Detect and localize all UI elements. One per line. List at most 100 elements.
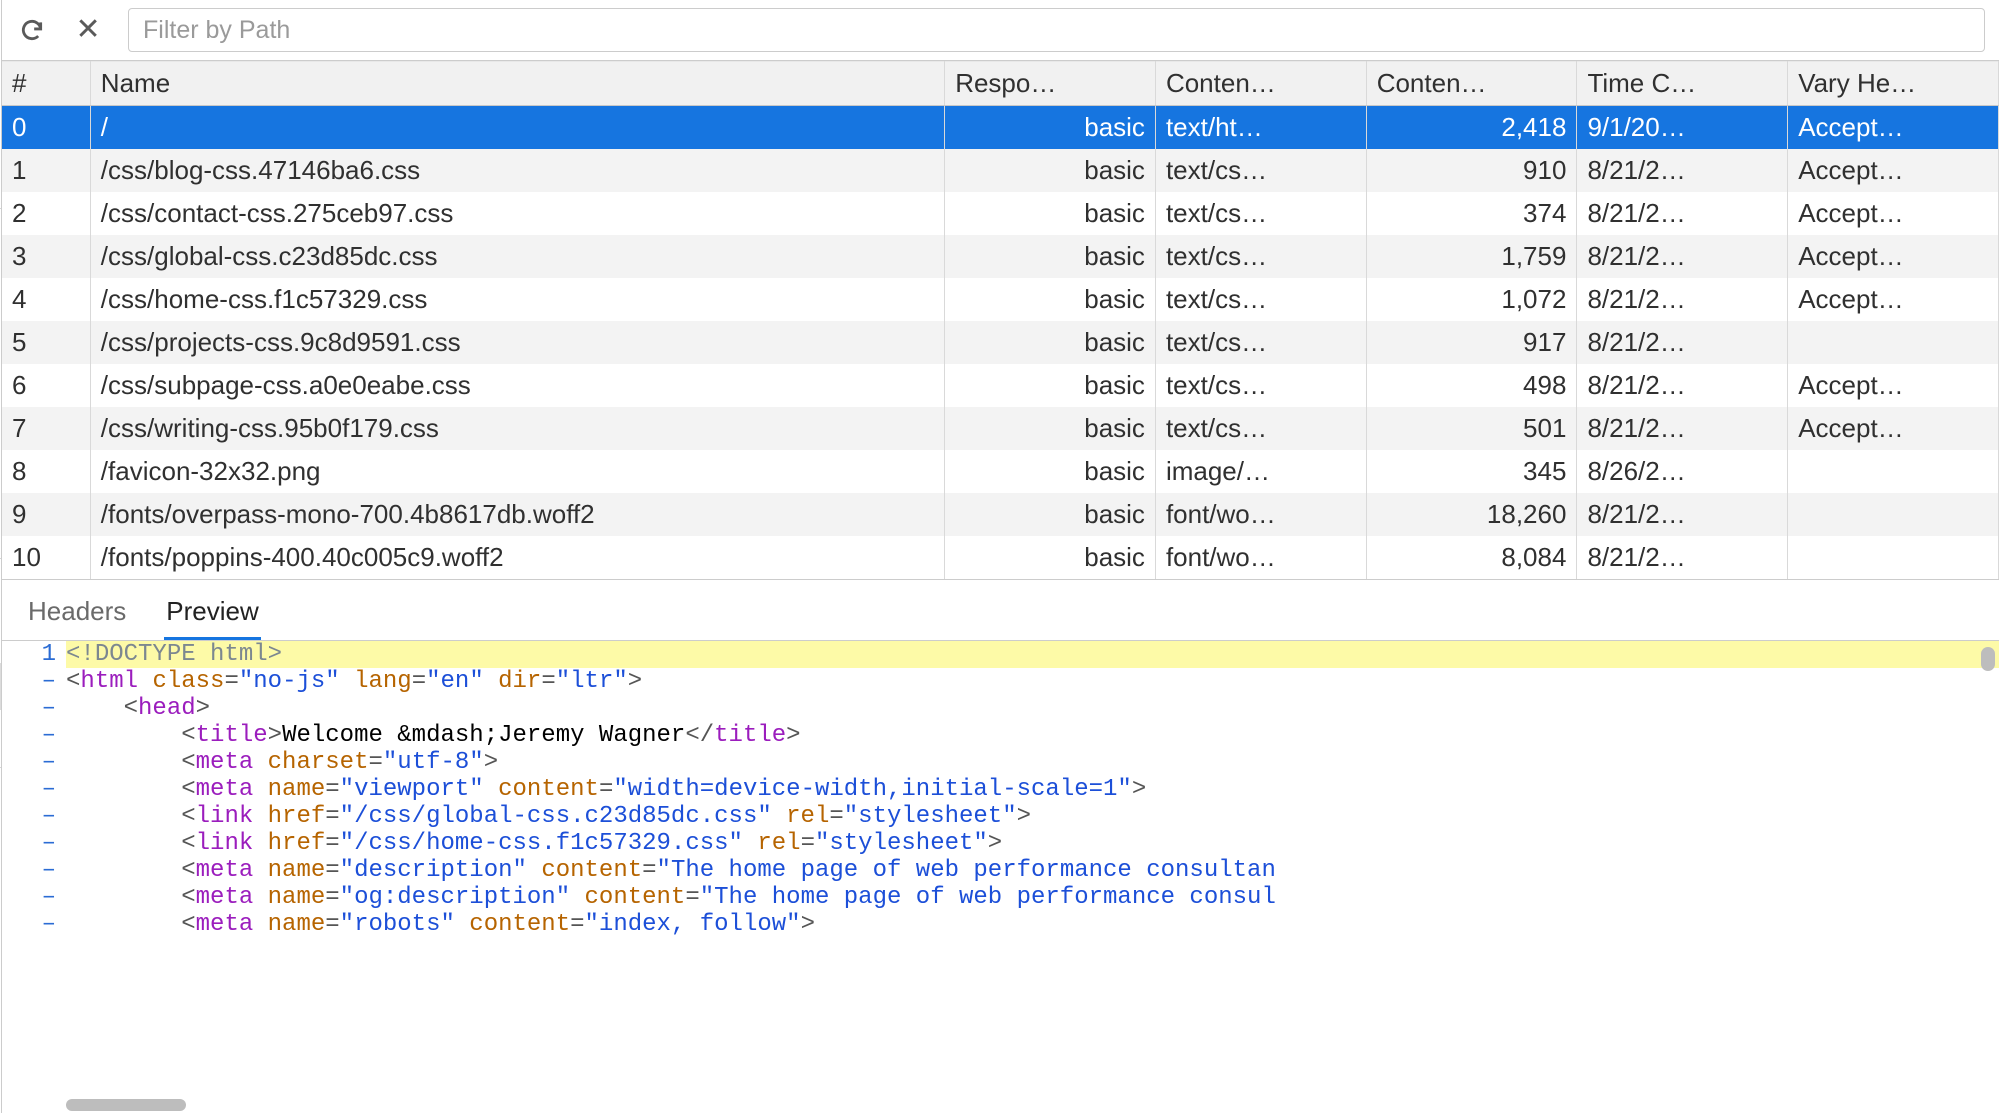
- cell-name: /css/contact-css.275ceb97.css: [90, 192, 944, 235]
- cell-response-type: basic: [945, 321, 1156, 364]
- cell-content-length: 1,759: [1366, 235, 1577, 278]
- vertical-scrollbar[interactable]: [1981, 647, 1995, 671]
- tab-headers[interactable]: Headers: [26, 588, 128, 640]
- cell-response-type: basic: [945, 192, 1156, 235]
- cell-content-length: 917: [1366, 321, 1577, 364]
- col-index[interactable]: #: [2, 62, 90, 106]
- line-number: –: [2, 722, 66, 749]
- cell-response-type: basic: [945, 278, 1156, 321]
- table-row[interactable]: 4/css/home-css.f1c57329.cssbasictext/cs……: [2, 278, 1998, 321]
- cell-time-cached: 8/26/2…: [1577, 450, 1788, 493]
- table-row[interactable]: 0/basictext/ht…2,4189/1/20…Accept…: [2, 106, 1998, 150]
- code-line[interactable]: 1<!DOCTYPE html>: [2, 641, 1999, 668]
- cell-response-type: basic: [945, 235, 1156, 278]
- table-row[interactable]: 9/fonts/overpass-mono-700.4b8617db.woff2…: [2, 493, 1998, 536]
- cell-content-length: 345: [1366, 450, 1577, 493]
- line-number: –: [2, 857, 66, 884]
- cell-response-type: basic: [945, 364, 1156, 407]
- table-row[interactable]: 5/css/projects-css.9c8d9591.cssbasictext…: [2, 321, 1998, 364]
- code-line[interactable]: – <meta charset="utf-8">: [2, 749, 1999, 776]
- cell-response-type: basic: [945, 493, 1156, 536]
- code-line-content: <meta charset="utf-8">: [66, 749, 1999, 776]
- cell-vary-header: Accept…: [1788, 106, 1999, 150]
- cell-vary-header: [1788, 536, 1999, 579]
- preview-pane: 1<!DOCTYPE html>–<html class="no-js" lan…: [2, 640, 1999, 1113]
- cell-index: 0: [2, 106, 90, 150]
- code-line-content: <meta name="description" content="The ho…: [66, 857, 1999, 884]
- delete-button[interactable]: ✕: [72, 14, 104, 46]
- code-line-content: <html class="no-js" lang="en" dir="ltr">: [66, 668, 1999, 695]
- line-number: –: [2, 776, 66, 803]
- code-line[interactable]: – <meta name="og:description" content="T…: [2, 884, 1999, 911]
- code-view[interactable]: 1<!DOCTYPE html>–<html class="no-js" lan…: [2, 641, 1999, 1113]
- col-content-length[interactable]: Conten…: [1366, 62, 1577, 106]
- cell-content-type: text/cs…: [1155, 278, 1366, 321]
- cell-time-cached: 8/21/2…: [1577, 493, 1788, 536]
- table-row[interactable]: 6/css/subpage-css.a0e0eabe.cssbasictext/…: [2, 364, 1998, 407]
- cell-response-type: basic: [945, 149, 1156, 192]
- cell-time-cached: 8/21/2…: [1577, 407, 1788, 450]
- code-line[interactable]: – <link href="/css/home-css.f1c57329.css…: [2, 830, 1999, 857]
- cell-name: /css/subpage-css.a0e0eabe.css: [90, 364, 944, 407]
- horizontal-scrollbar[interactable]: [66, 1099, 186, 1111]
- cell-content-length: 501: [1366, 407, 1577, 450]
- cell-time-cached: 8/21/2…: [1577, 235, 1788, 278]
- table-row[interactable]: 3/css/global-css.c23d85dc.cssbasictext/c…: [2, 235, 1998, 278]
- cell-vary-header: Accept…: [1788, 278, 1999, 321]
- cell-index: 5: [2, 321, 90, 364]
- code-line-content: <head>: [66, 695, 1999, 722]
- cell-name: /fonts/poppins-400.40c005c9.woff2: [90, 536, 944, 579]
- cell-name: /css/home-css.f1c57329.css: [90, 278, 944, 321]
- cell-name: /css/writing-css.95b0f179.css: [90, 407, 944, 450]
- code-line[interactable]: – <meta name="robots" content="index, fo…: [2, 911, 1999, 938]
- cell-response-type: basic: [945, 536, 1156, 579]
- col-content-type[interactable]: Conten…: [1155, 62, 1366, 106]
- cell-time-cached: 8/21/2…: [1577, 536, 1788, 579]
- code-line[interactable]: – <head>: [2, 695, 1999, 722]
- code-line-content: <meta name="og:description" content="The…: [66, 884, 1999, 911]
- line-number: –: [2, 830, 66, 857]
- table-row[interactable]: 7/css/writing-css.95b0f179.cssbasictext/…: [2, 407, 1998, 450]
- table-row[interactable]: 2/css/contact-css.275ceb97.cssbasictext/…: [2, 192, 1998, 235]
- cell-content-type: text/cs…: [1155, 364, 1366, 407]
- cell-content-length: 8,084: [1366, 536, 1577, 579]
- refresh-button[interactable]: [16, 14, 48, 46]
- col-vary-header[interactable]: Vary He…: [1788, 62, 1999, 106]
- cell-name: /fonts/overpass-mono-700.4b8617db.woff2: [90, 493, 944, 536]
- code-line-content: <meta name="viewport" content="width=dev…: [66, 776, 1999, 803]
- cell-name: /css/blog-css.47146ba6.css: [90, 149, 944, 192]
- code-line-content: <link href="/css/home-css.f1c57329.css" …: [66, 830, 1999, 857]
- detail-tabs: Headers Preview: [2, 580, 1999, 640]
- code-line[interactable]: – <title>Welcome &mdash;Jeremy Wagner</t…: [2, 722, 1999, 749]
- code-line[interactable]: – <meta name="description" content="The …: [2, 857, 1999, 884]
- cell-response-type: basic: [945, 106, 1156, 150]
- cell-content-length: 910: [1366, 149, 1577, 192]
- col-response-type[interactable]: Respo…: [945, 62, 1156, 106]
- cell-vary-header: Accept…: [1788, 235, 1999, 278]
- table-row[interactable]: 8/favicon-32x32.pngbasicimage/…3458/26/2…: [2, 450, 1998, 493]
- code-line[interactable]: – <link href="/css/global-css.c23d85dc.c…: [2, 803, 1999, 830]
- tab-preview[interactable]: Preview: [164, 588, 260, 640]
- code-line[interactable]: – <meta name="viewport" content="width=d…: [2, 776, 1999, 803]
- cell-content-length: 498: [1366, 364, 1577, 407]
- line-number: 1: [2, 641, 66, 668]
- filter-input[interactable]: [128, 8, 1985, 52]
- cell-response-type: basic: [945, 407, 1156, 450]
- col-time-cached[interactable]: Time C…: [1577, 62, 1788, 106]
- cell-name: /css/projects-css.9c8d9591.css: [90, 321, 944, 364]
- code-line[interactable]: –<html class="no-js" lang="en" dir="ltr"…: [2, 668, 1999, 695]
- cell-content-type: text/cs…: [1155, 321, 1366, 364]
- col-name[interactable]: Name: [90, 62, 944, 106]
- cell-content-type: font/wo…: [1155, 536, 1366, 579]
- code-line-content: <meta name="robots" content="index, foll…: [66, 911, 1999, 938]
- table-row[interactable]: 10/fonts/poppins-400.40c005c9.woff2basic…: [2, 536, 1998, 579]
- cell-index: 6: [2, 364, 90, 407]
- line-number: –: [2, 695, 66, 722]
- cell-content-type: text/cs…: [1155, 149, 1366, 192]
- cell-content-type: text/cs…: [1155, 407, 1366, 450]
- cell-index: 1: [2, 149, 90, 192]
- cell-content-length: 1,072: [1366, 278, 1577, 321]
- cell-vary-header: Accept…: [1788, 149, 1999, 192]
- table-row[interactable]: 1/css/blog-css.47146ba6.cssbasictext/cs……: [2, 149, 1998, 192]
- cell-vary-header: [1788, 321, 1999, 364]
